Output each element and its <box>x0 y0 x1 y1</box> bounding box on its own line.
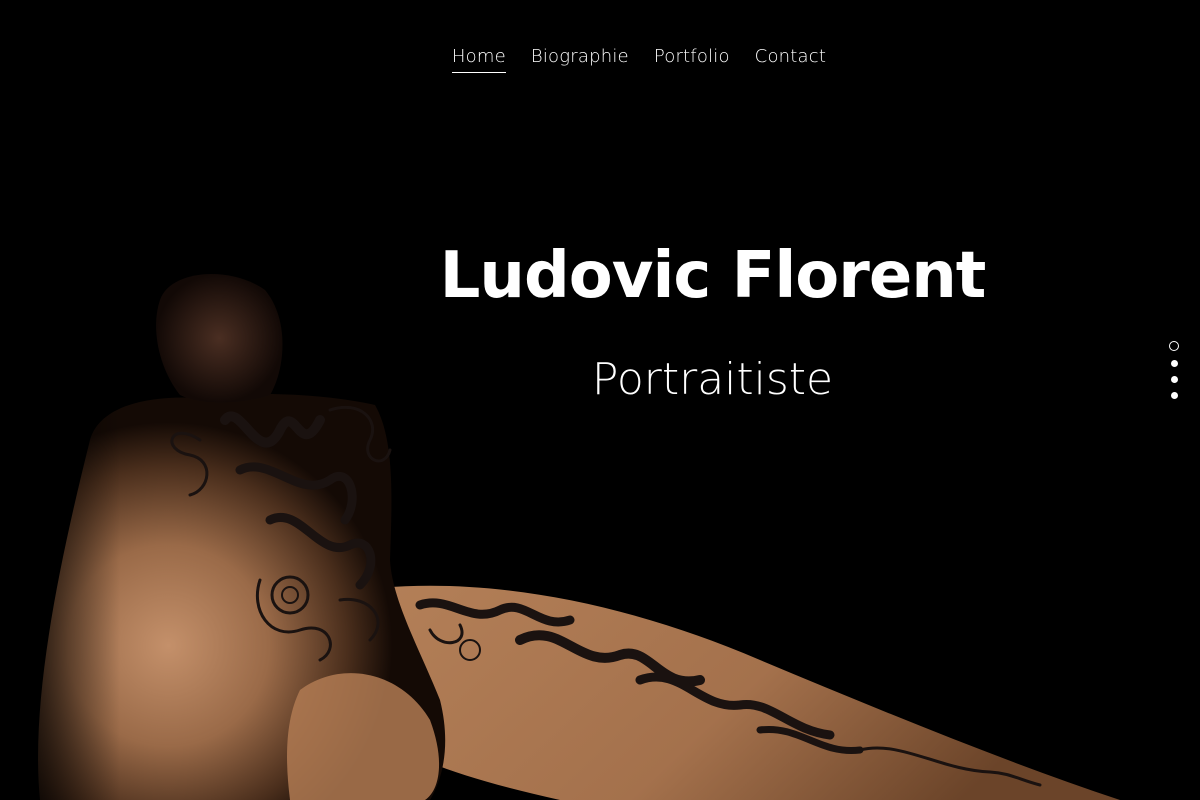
main-nav: Home Biographie Portfolio Contact <box>0 46 1200 73</box>
slide-dot-3[interactable] <box>1170 376 1178 383</box>
nav-item-home[interactable]: Home <box>451 46 506 73</box>
hero-section: Home Biographie Portfolio Contact Ludovi… <box>0 0 1200 800</box>
nav-item-biographie[interactable]: Biographie <box>531 46 629 73</box>
slide-pagination <box>1169 341 1179 399</box>
hero-title: Ludovic Florent <box>439 239 987 313</box>
nav-item-contact[interactable]: Contact <box>755 46 826 73</box>
hero-subtitle: Portraitiste <box>591 354 834 405</box>
nav-item-portfolio[interactable]: Portfolio <box>654 46 730 73</box>
slide-dot-4[interactable] <box>1170 392 1178 399</box>
slide-dot-2[interactable] <box>1170 360 1178 367</box>
slide-dot-1[interactable] <box>1169 341 1179 351</box>
